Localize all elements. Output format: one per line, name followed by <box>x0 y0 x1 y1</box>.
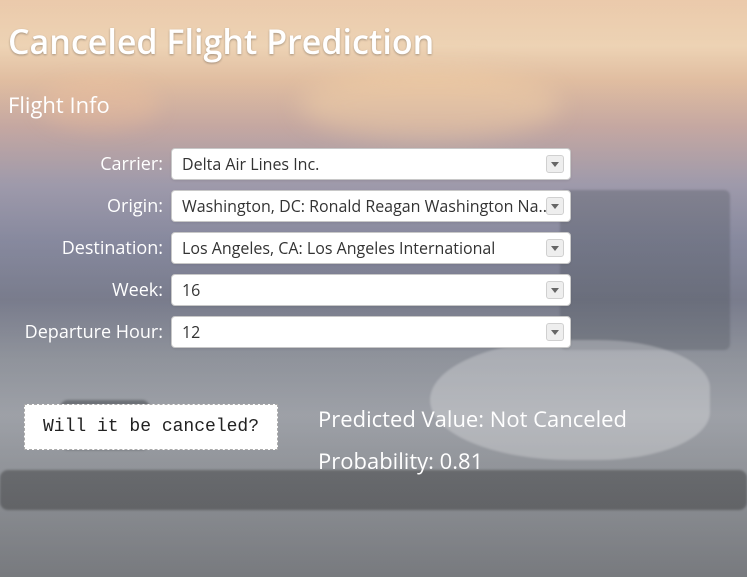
origin-label: Origin: <box>8 194 163 218</box>
predicted-value-label: Predicted Value: <box>318 404 490 434</box>
destination-value: Los Angeles, CA: Los Angeles Internation… <box>182 237 495 259</box>
predict-button[interactable]: Will it be canceled? <box>24 404 278 450</box>
carrier-value: Delta Air Lines Inc. <box>182 153 319 175</box>
week-value: 16 <box>182 279 200 301</box>
chevron-down-icon <box>546 281 564 299</box>
predicted-value: Not Canceled <box>490 404 627 434</box>
departure-hour-value: 12 <box>182 321 200 343</box>
departure-hour-label: Departure Hour: <box>8 320 163 344</box>
probability-line: Probability: 0.81 <box>318 446 627 476</box>
probability-value: 0.81 <box>440 446 484 476</box>
chevron-down-icon <box>546 239 564 257</box>
destination-label: Destination: <box>8 236 163 260</box>
section-heading: Flight Info <box>8 90 739 120</box>
destination-select[interactable]: Los Angeles, CA: Los Angeles Internation… <box>171 232 571 264</box>
origin-value: Washington, DC: Ronald Reagan Washington… <box>182 195 551 217</box>
origin-select[interactable]: Washington, DC: Ronald Reagan Washington… <box>171 190 571 222</box>
carrier-label: Carrier: <box>8 152 163 176</box>
app-background: Canceled Flight Prediction Flight Info C… <box>0 0 747 577</box>
chevron-down-icon <box>546 155 564 173</box>
page-title: Canceled Flight Prediction <box>8 18 739 64</box>
chevron-down-icon <box>546 323 564 341</box>
departure-hour-select[interactable]: 12 <box>171 316 571 348</box>
results-panel: Predicted Value: Not Canceled Probabilit… <box>318 404 627 488</box>
week-select[interactable]: 16 <box>171 274 571 306</box>
chevron-down-icon <box>546 197 564 215</box>
flight-info-form: Carrier: Delta Air Lines Inc. Origin: Wa… <box>8 148 739 348</box>
week-label: Week: <box>8 278 163 302</box>
carrier-select[interactable]: Delta Air Lines Inc. <box>171 148 571 180</box>
probability-label: Probability: <box>318 446 440 476</box>
predicted-value-line: Predicted Value: Not Canceled <box>318 404 627 434</box>
